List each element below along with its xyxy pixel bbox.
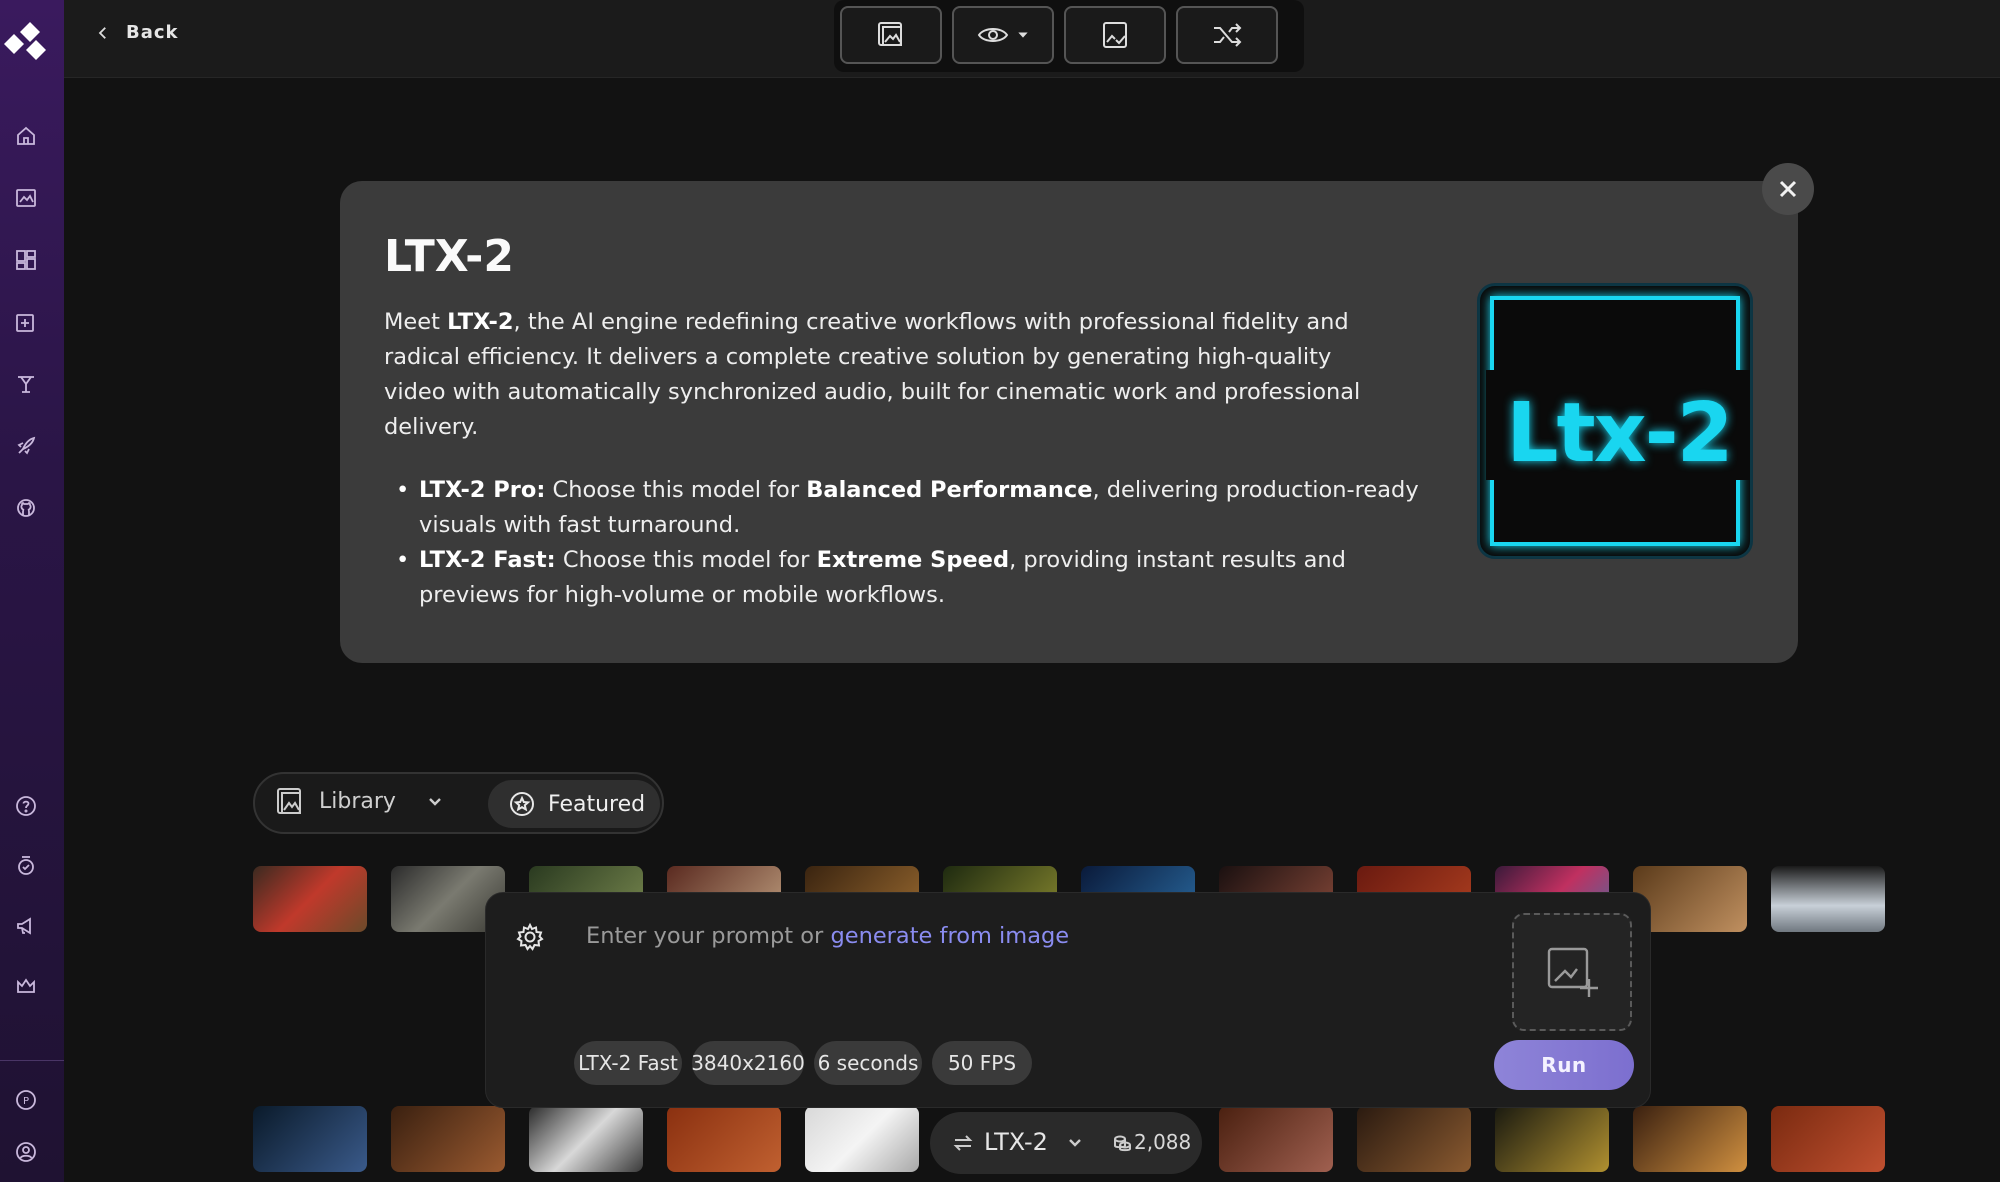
model-name: LTX-2 — [984, 1128, 1048, 1156]
gallery-thumbnail[interactable] — [1495, 1106, 1609, 1172]
chevron-down-icon[interactable] — [425, 792, 445, 812]
gallery-thumbnail[interactable] — [391, 1106, 505, 1172]
shuffle-icon — [1214, 23, 1242, 47]
chevron-down-icon — [1069, 1139, 1081, 1147]
gallery-thumbnail[interactable] — [253, 1106, 367, 1172]
duration-chip[interactable]: 6 seconds — [814, 1041, 922, 1085]
gallery-thumbnail[interactable] — [529, 1106, 643, 1172]
model-title: LTX-2 — [384, 231, 514, 282]
trophy-icon[interactable] — [8, 366, 44, 402]
gallery-icon — [277, 788, 301, 814]
gallery-thumbnail[interactable] — [1219, 1106, 1333, 1172]
sidebar-divider — [0, 1060, 64, 1061]
add-image-button[interactable] — [1512, 913, 1632, 1031]
settings-button[interactable] — [514, 921, 546, 953]
gallery-thumbnail[interactable] — [1771, 866, 1885, 932]
fps-chip[interactable]: 50 FPS — [932, 1041, 1032, 1085]
svg-text:P: P — [23, 1096, 29, 1107]
image-check-button[interactable] — [1064, 6, 1166, 64]
library-tab[interactable]: Library — [275, 786, 396, 816]
model-logo: Ltx-2 — [1477, 283, 1753, 559]
close-modal-button[interactable] — [1762, 163, 1814, 215]
top-bar: Back — [64, 0, 2000, 78]
close-icon — [1779, 180, 1797, 198]
image-edit-icon[interactable] — [8, 304, 44, 340]
gear-icon — [516, 922, 544, 951]
dashboard-icon[interactable] — [8, 242, 44, 278]
eye-icon — [977, 28, 1009, 42]
p-circle-icon[interactable]: P — [8, 1082, 44, 1118]
back-button[interactable]: Back — [94, 22, 179, 43]
gallery-icon — [878, 22, 902, 46]
prompt-input[interactable]: Enter your prompt or generate from image — [586, 923, 1069, 949]
gallery-thumbnail[interactable] — [1771, 1106, 1885, 1172]
gallery-view-button[interactable] — [840, 6, 942, 64]
model-info-modal: LTX-2 Meet LTX-2, the AI engine redefini… — [340, 181, 1798, 663]
caret-down-icon — [1018, 32, 1028, 38]
help-icon[interactable] — [8, 788, 44, 824]
rocket-icon[interactable] — [8, 428, 44, 464]
library-label: Library — [319, 788, 396, 814]
model-description: Meet LTX-2, the AI engine redefining cre… — [384, 309, 1361, 440]
credits-icon — [1114, 1135, 1131, 1152]
megaphone-icon[interactable] — [8, 908, 44, 944]
app-logo[interactable] — [0, 20, 48, 64]
list-item: LTX-2 Fast: Choose this model for Extrem… — [384, 543, 1424, 613]
model-chip[interactable]: LTX-2 Fast — [574, 1041, 682, 1085]
star-badge-icon — [510, 792, 534, 816]
model-variant-list: LTX-2 Pro: Choose this model for Balance… — [384, 473, 1424, 613]
app-window: P Back LTX-2 Meet LTX-2, the AI engine r… — [0, 0, 2000, 1182]
run-button[interactable]: Run — [1494, 1040, 1634, 1090]
image-gallery-icon[interactable] — [8, 180, 44, 216]
shuffle-button[interactable] — [1176, 6, 1278, 64]
gallery-thumbnail[interactable] — [805, 1106, 919, 1172]
model-selector[interactable]: LTX-2 2,088 — [930, 1112, 1202, 1174]
generate-from-image-link[interactable]: generate from image — [830, 923, 1069, 949]
sidebar: P — [0, 0, 64, 1182]
chevron-left-icon — [98, 26, 106, 39]
view-toolbar — [834, 0, 1304, 72]
model-logo-text: Ltx-2 — [1506, 386, 1733, 481]
gallery-thumbnail[interactable] — [1357, 1106, 1471, 1172]
image-add-icon — [1547, 947, 1598, 997]
badge-icon[interactable] — [8, 848, 44, 884]
image-check-icon — [1103, 22, 1127, 48]
gallery-tabs: Library Featured — [253, 772, 664, 834]
resolution-chip[interactable]: 3840x2160 — [691, 1041, 805, 1085]
prompt-placeholder: Enter your prompt or — [586, 923, 831, 949]
gallery-thumbnail[interactable] — [253, 866, 367, 932]
back-label: Back — [126, 22, 179, 43]
gallery-thumbnail[interactable] — [667, 1106, 781, 1172]
prompt-panel: Enter your prompt or generate from image… — [485, 892, 1651, 1108]
home-icon[interactable] — [8, 118, 44, 154]
gallery-thumbnail[interactable] — [1633, 1106, 1747, 1172]
crown-icon[interactable] — [8, 968, 44, 1004]
swap-icon — [953, 1135, 973, 1151]
featured-tab[interactable]: Featured — [488, 780, 660, 828]
featured-label: Featured — [548, 791, 646, 817]
user-icon[interactable] — [8, 1134, 44, 1170]
list-item: LTX-2 Pro: Choose this model for Balance… — [384, 473, 1424, 543]
visibility-dropdown[interactable] — [952, 6, 1054, 64]
credits-count: 2,088 — [1134, 1130, 1192, 1154]
github-icon[interactable] — [8, 490, 44, 526]
